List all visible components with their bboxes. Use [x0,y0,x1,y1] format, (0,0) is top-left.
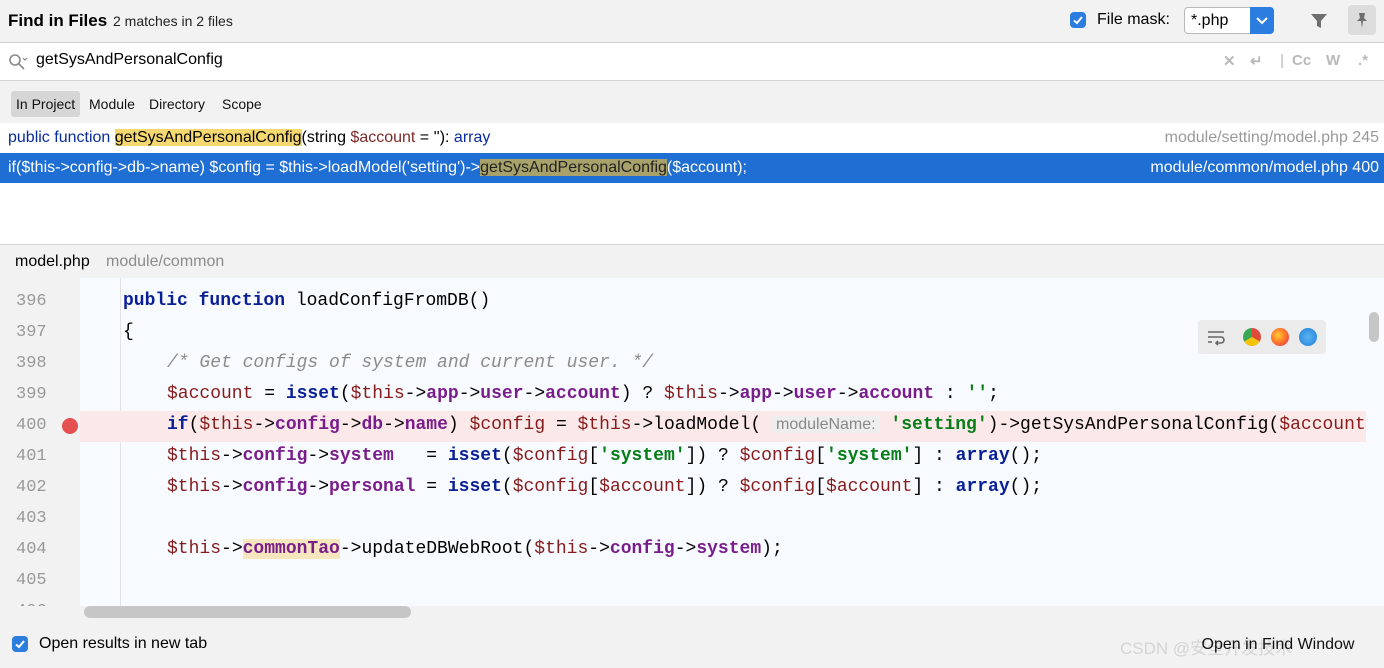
result-path: module/common/model.php 400 [1150,159,1379,176]
result-code: if($this->config->db->name) $config = $t… [8,159,747,176]
line-number: 398 [16,354,47,373]
inlay-hint: moduleName: [772,416,880,433]
tab-directory[interactable]: Directory [144,91,210,117]
file-mask-dropdown[interactable]: *.php [1184,7,1274,34]
file-mask-checkbox[interactable] [1070,12,1086,28]
soft-wrap-icon[interactable] [1206,327,1226,352]
result-path: module/setting/model.php 245 [1164,129,1379,146]
code-line: { [123,322,134,342]
code-line: $account = isset($this->app->user->accou… [167,384,999,404]
line-number: 402 [16,478,47,497]
match-highlight: getSysAndPersonalConfig [114,129,302,146]
file-mask-label: File mask: [1097,11,1170,28]
newline-icon[interactable]: ↵ [1250,52,1263,70]
open-in-find-window-button[interactable]: Open in Find Window [1180,630,1376,660]
dialog-footer: Open results in new tab CSDN @安全开发技术 Ope… [0,622,1384,668]
code-preview[interactable]: 396 397 398 399 400 401 402 403 404 405 … [0,278,1384,606]
code-line: $this->config->system = isset($config['s… [167,446,1043,466]
line-number: 403 [16,509,47,528]
search-icon[interactable] [8,53,28,76]
checkmark-icon [1073,16,1083,25]
result-row[interactable]: public function getSysAndPersonalConfig(… [0,123,1384,153]
line-number: 396 [16,292,47,311]
search-bar: getSysAndPersonalConfig ✕ ↵ | Cc W .* [0,43,1384,81]
search-input[interactable]: getSysAndPersonalConfig [36,51,223,69]
line-number: 401 [16,447,47,466]
tab-module[interactable]: Module [84,91,140,117]
line-number: 405 [16,571,47,590]
scope-tabs: In Project Module Directory Scope [0,81,1384,123]
code-line: public function loadConfigFromDB() [123,291,491,311]
line-number: 406 [16,602,56,606]
checkmark-icon [15,640,25,649]
clear-icon[interactable]: ✕ [1223,52,1236,70]
regex-toggle[interactable]: .* [1358,52,1368,69]
open-new-tab-label: Open results in new tab [39,635,208,652]
code-line: $this->config->personal = isset($config[… [167,477,1043,497]
pin-icon[interactable] [1348,5,1376,35]
indent-guide [120,278,121,606]
breakpoint-icon[interactable] [62,418,78,434]
file-mask-value: *.php [1191,12,1229,29]
horizontal-scrollbar[interactable] [84,606,411,618]
preview-file-name: model.php [15,253,90,270]
code-line: $this->commonTao->updateDBWebRoot($this-… [167,539,783,559]
vertical-scrollbar[interactable] [1369,312,1379,342]
preview-dir: module/common [106,253,225,270]
find-in-files-header: Find in Files 2 matches in 2 files File … [0,0,1384,43]
match-count: 2 matches in 2 files [113,13,233,29]
code-line-breakpoint: if($this->config->db->name) $config = $t… [167,415,1366,435]
chrome-icon[interactable] [1243,328,1261,346]
line-number: 399 [16,385,47,404]
match-case-toggle[interactable]: Cc [1292,52,1311,69]
tab-in-project[interactable]: In Project [11,91,81,117]
separator: | [1280,52,1285,69]
filter-icon[interactable] [1308,10,1330,32]
firefox-icon[interactable] [1271,328,1289,346]
preview-header: model.php module/common [0,245,1384,278]
safari-icon[interactable] [1299,328,1317,346]
line-number: 397 [16,323,47,342]
line-number: 400 [16,416,47,435]
open-new-tab-checkbox[interactable] [12,636,28,652]
result-row-selected[interactable]: if($this->config->db->name) $config = $t… [0,153,1384,183]
browser-preview-bar [1198,320,1326,354]
words-toggle[interactable]: W [1326,52,1340,69]
line-number: 404 [16,540,47,559]
results-list: public function getSysAndPersonalConfig(… [0,123,1384,245]
chevron-down-icon[interactable] [1250,7,1274,34]
dialog-title: Find in Files [8,11,108,30]
result-code: public function getSysAndPersonalConfig(… [8,129,491,146]
match-highlight: getSysAndPersonalConfig [480,159,667,176]
code-comment: /* Get configs of system and current use… [167,353,654,373]
tab-scope[interactable]: Scope [217,91,267,117]
